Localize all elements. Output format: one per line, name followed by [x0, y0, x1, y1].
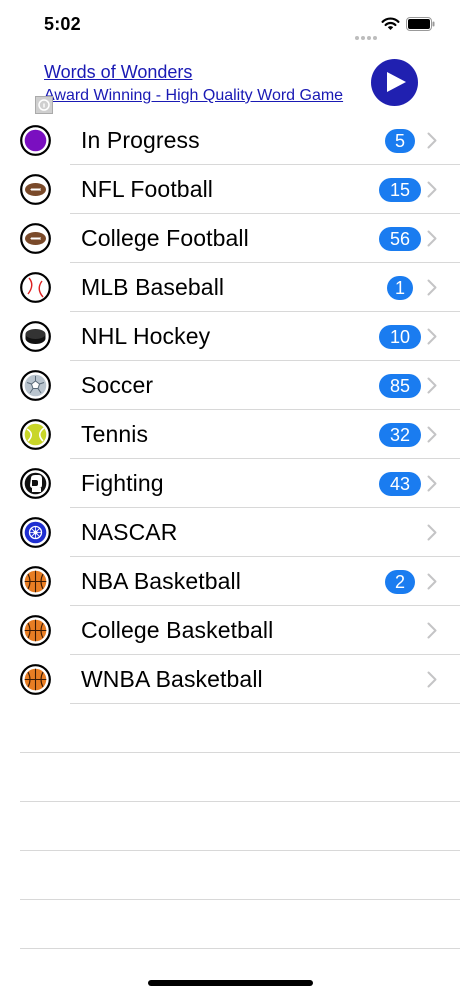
sport-row-in-progress[interactable]: In Progress 5 [0, 116, 460, 165]
count-badge: 1 [387, 276, 413, 300]
chevron-right-icon [427, 524, 437, 541]
sport-label: College Basketball [81, 617, 274, 643]
sport-row-soccer[interactable]: Soccer 85 [0, 361, 460, 410]
boxing-glove-icon [20, 468, 51, 499]
play-icon [387, 72, 406, 92]
count-badge: 2 [385, 570, 415, 594]
empty-row-divider [20, 801, 460, 802]
soccer-ball-icon [20, 370, 51, 401]
ad-info-icon[interactable] [35, 96, 53, 114]
chevron-right-icon [427, 671, 437, 688]
row-divider [70, 703, 460, 704]
count-badge: 43 [379, 472, 421, 496]
chevron-right-icon [427, 622, 437, 639]
sport-row-fighting[interactable]: Fighting 43 [0, 459, 460, 508]
baseball-icon [20, 272, 51, 303]
chevron-right-icon [427, 328, 437, 345]
basketball-icon [20, 566, 51, 597]
status-time: 5:02 [44, 14, 81, 34]
wifi-icon [381, 17, 400, 30]
empty-row-divider [20, 752, 460, 753]
ad-play-button[interactable] [371, 59, 418, 106]
basketball-icon [20, 615, 51, 646]
hockey-puck-icon [20, 321, 51, 352]
count-badge: 10 [379, 325, 421, 349]
count-badge: 85 [379, 374, 421, 398]
cellular-signal-icon [355, 27, 379, 45]
sport-row-tennis[interactable]: Tennis 32 [0, 410, 460, 459]
count-badge: 32 [379, 423, 421, 447]
chevron-right-icon [427, 475, 437, 492]
sport-row-nba-basketball[interactable]: NBA Basketball 2 [0, 557, 460, 606]
ad-banner[interactable]: Words of Wonders Award Winning - High Qu… [0, 56, 460, 116]
chevron-right-icon [427, 279, 437, 296]
sport-label: NFL Football [81, 176, 214, 202]
tennis-ball-icon [20, 419, 51, 450]
sport-list: In Progress 5 NFL Football 15 College Fo… [0, 116, 460, 704]
chevron-right-icon [427, 573, 437, 590]
chevron-right-icon [427, 426, 437, 443]
count-badge: 56 [379, 227, 421, 251]
sport-label: Fighting [81, 470, 164, 496]
basketball-icon [20, 664, 51, 695]
nascar-wheel-icon [20, 517, 51, 548]
sport-row-nascar[interactable]: NASCAR [0, 508, 460, 557]
sport-row-wnba-basketball[interactable]: WNBA Basketball [0, 655, 460, 704]
chevron-right-icon [427, 132, 437, 149]
chevron-right-icon [427, 230, 437, 247]
sport-label: Soccer [81, 372, 154, 398]
in-progress-icon [20, 125, 51, 156]
empty-row-divider [20, 899, 460, 900]
sport-row-college-football[interactable]: College Football 56 [0, 214, 460, 263]
count-badge: 5 [385, 129, 415, 153]
sport-label: NHL Hockey [81, 323, 211, 349]
sport-row-nhl-hockey[interactable]: NHL Hockey 10 [0, 312, 460, 361]
empty-row-divider [20, 948, 460, 949]
sport-row-nfl-football[interactable]: NFL Football 15 [0, 165, 460, 214]
status-bar: 5:02 [0, 0, 460, 50]
sport-row-mlb-baseball[interactable]: MLB Baseball 1 [0, 263, 460, 312]
sport-label: MLB Baseball [81, 274, 225, 300]
sport-label: Tennis [81, 421, 149, 447]
sport-label: WNBA Basketball [81, 666, 263, 692]
sport-label: College Football [81, 225, 249, 251]
home-indicator[interactable] [148, 980, 313, 986]
empty-row-divider [20, 850, 460, 851]
football-icon [20, 223, 51, 254]
ad-title-link[interactable]: Words of Wonders [44, 62, 192, 83]
sport-label: In Progress [81, 127, 200, 153]
count-badge: 15 [379, 178, 421, 202]
battery-icon [406, 17, 435, 31]
sport-row-college-basketball[interactable]: College Basketball [0, 606, 460, 655]
chevron-right-icon [427, 181, 437, 198]
chevron-right-icon [427, 377, 437, 394]
football-icon [20, 174, 51, 205]
sport-label: NASCAR [81, 519, 178, 545]
sport-label: NBA Basketball [81, 568, 241, 594]
ad-subtitle-link[interactable]: Award Winning - High Quality Word Game [44, 87, 343, 105]
